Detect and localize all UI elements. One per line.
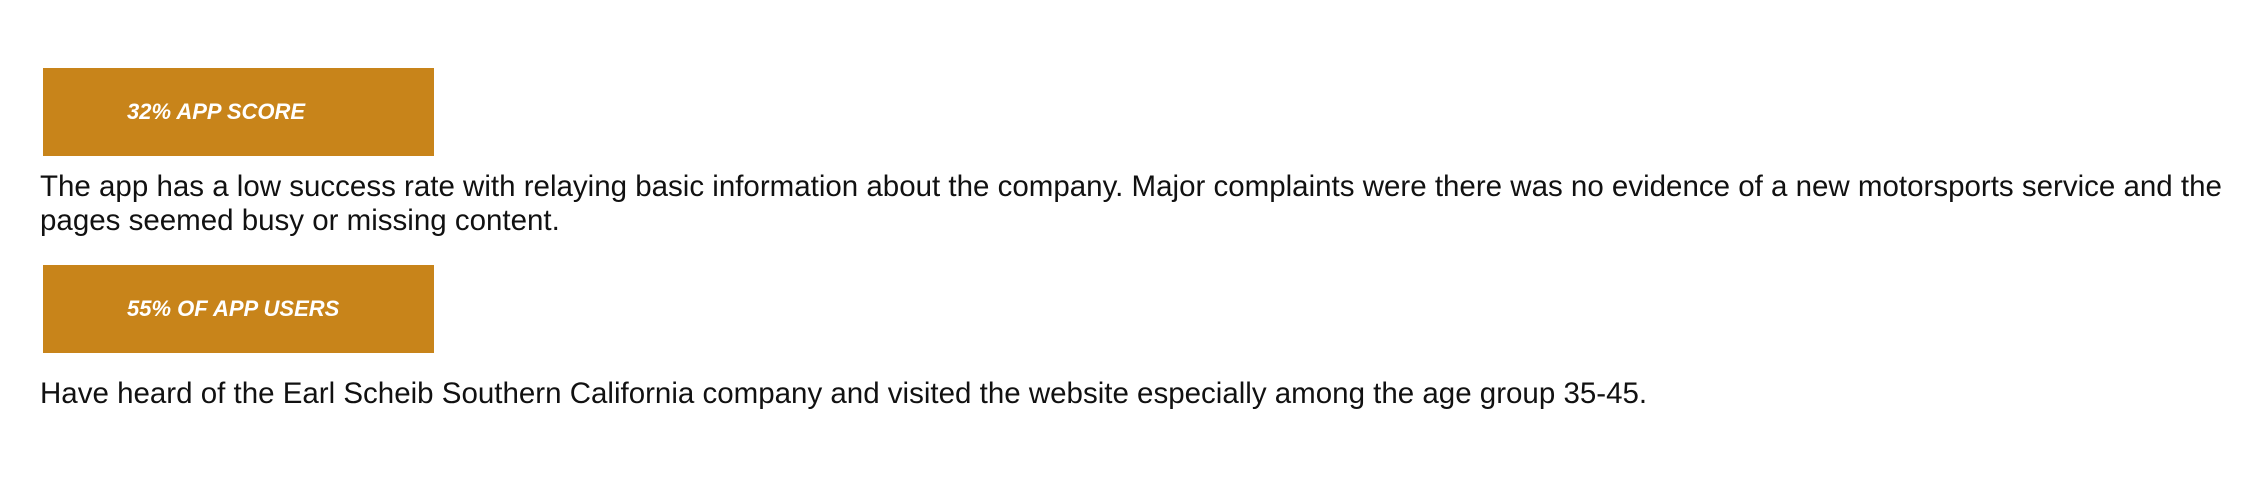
app-score-banner: 32% APP SCORE xyxy=(43,68,434,156)
app-users-banner: 55% OF APP USERS xyxy=(43,265,434,353)
app-score-label: 32% APP SCORE xyxy=(127,99,306,124)
app-users-description: Have heard of the Earl Scheib Southern C… xyxy=(40,377,1648,410)
app-users-label: 55% OF APP USERS xyxy=(127,296,340,321)
app-score-description: The app has a low success rate with rela… xyxy=(40,170,2222,237)
